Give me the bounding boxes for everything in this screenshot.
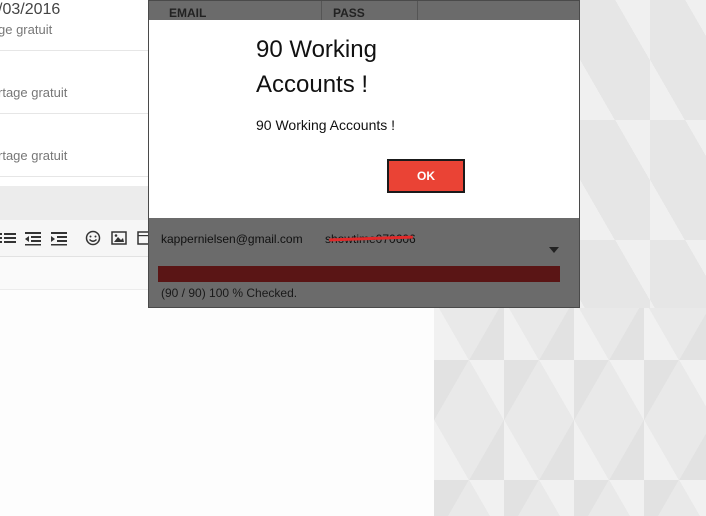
account-email: kappernielsen@gmail.com: [161, 232, 303, 246]
ok-button[interactable]: OK: [387, 159, 465, 193]
dialog-title: 90 Working Accounts !: [256, 36, 377, 98]
background-pattern-top: [580, 0, 706, 308]
mail-subject: rtage gratuit: [0, 85, 68, 100]
chevron-down-icon[interactable]: [549, 247, 559, 253]
mail-subject: ge gratuit: [0, 22, 53, 37]
dialog-message: 90 Working Accounts !: [256, 117, 396, 133]
mail-list: /03/2016 ge gratuit rtage gratuit rtage …: [0, 0, 148, 186]
emoji-icon[interactable]: [85, 230, 101, 246]
mail-date: /03/2016: [0, 1, 61, 18]
alert-dialog: 90 Working Accounts ! 90 Working Account…: [149, 20, 579, 218]
editor-header: [0, 186, 148, 220]
list-item[interactable]: rtage gratuit: [0, 113, 148, 177]
status-text: (90 / 90) 100 % Checked.: [161, 286, 298, 300]
column-divider: [321, 1, 322, 21]
indent-icon[interactable]: [51, 230, 67, 246]
progress-bar: [158, 266, 560, 282]
bullet-list-icon[interactable]: [0, 230, 16, 246]
message-editor[interactable]: [0, 290, 434, 516]
mail-subject: rtage gratuit: [0, 148, 68, 163]
image-icon[interactable]: [111, 230, 127, 246]
list-item[interactable]: rtage gratuit: [0, 50, 148, 114]
column-divider: [417, 1, 418, 21]
progress-fill: [158, 266, 560, 282]
list-item[interactable]: /03/2016 ge gratuit: [0, 0, 148, 51]
outdent-icon[interactable]: [25, 230, 41, 246]
